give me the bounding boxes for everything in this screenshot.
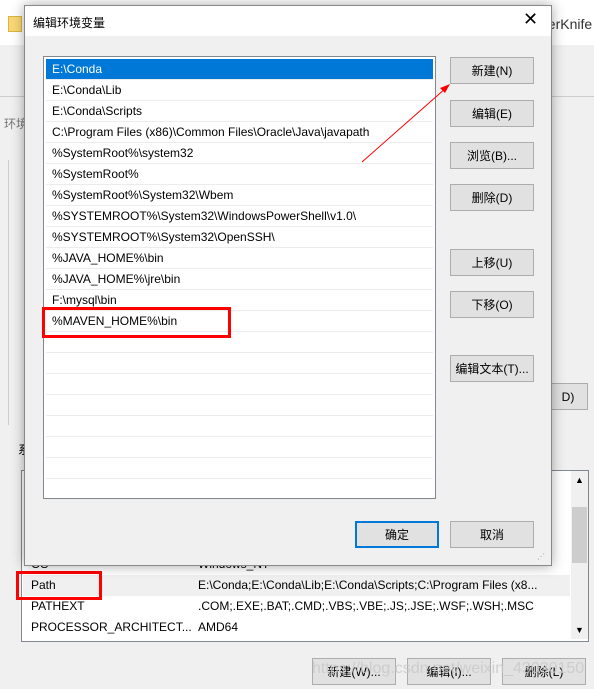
annotation-arrow [361,84,450,163]
